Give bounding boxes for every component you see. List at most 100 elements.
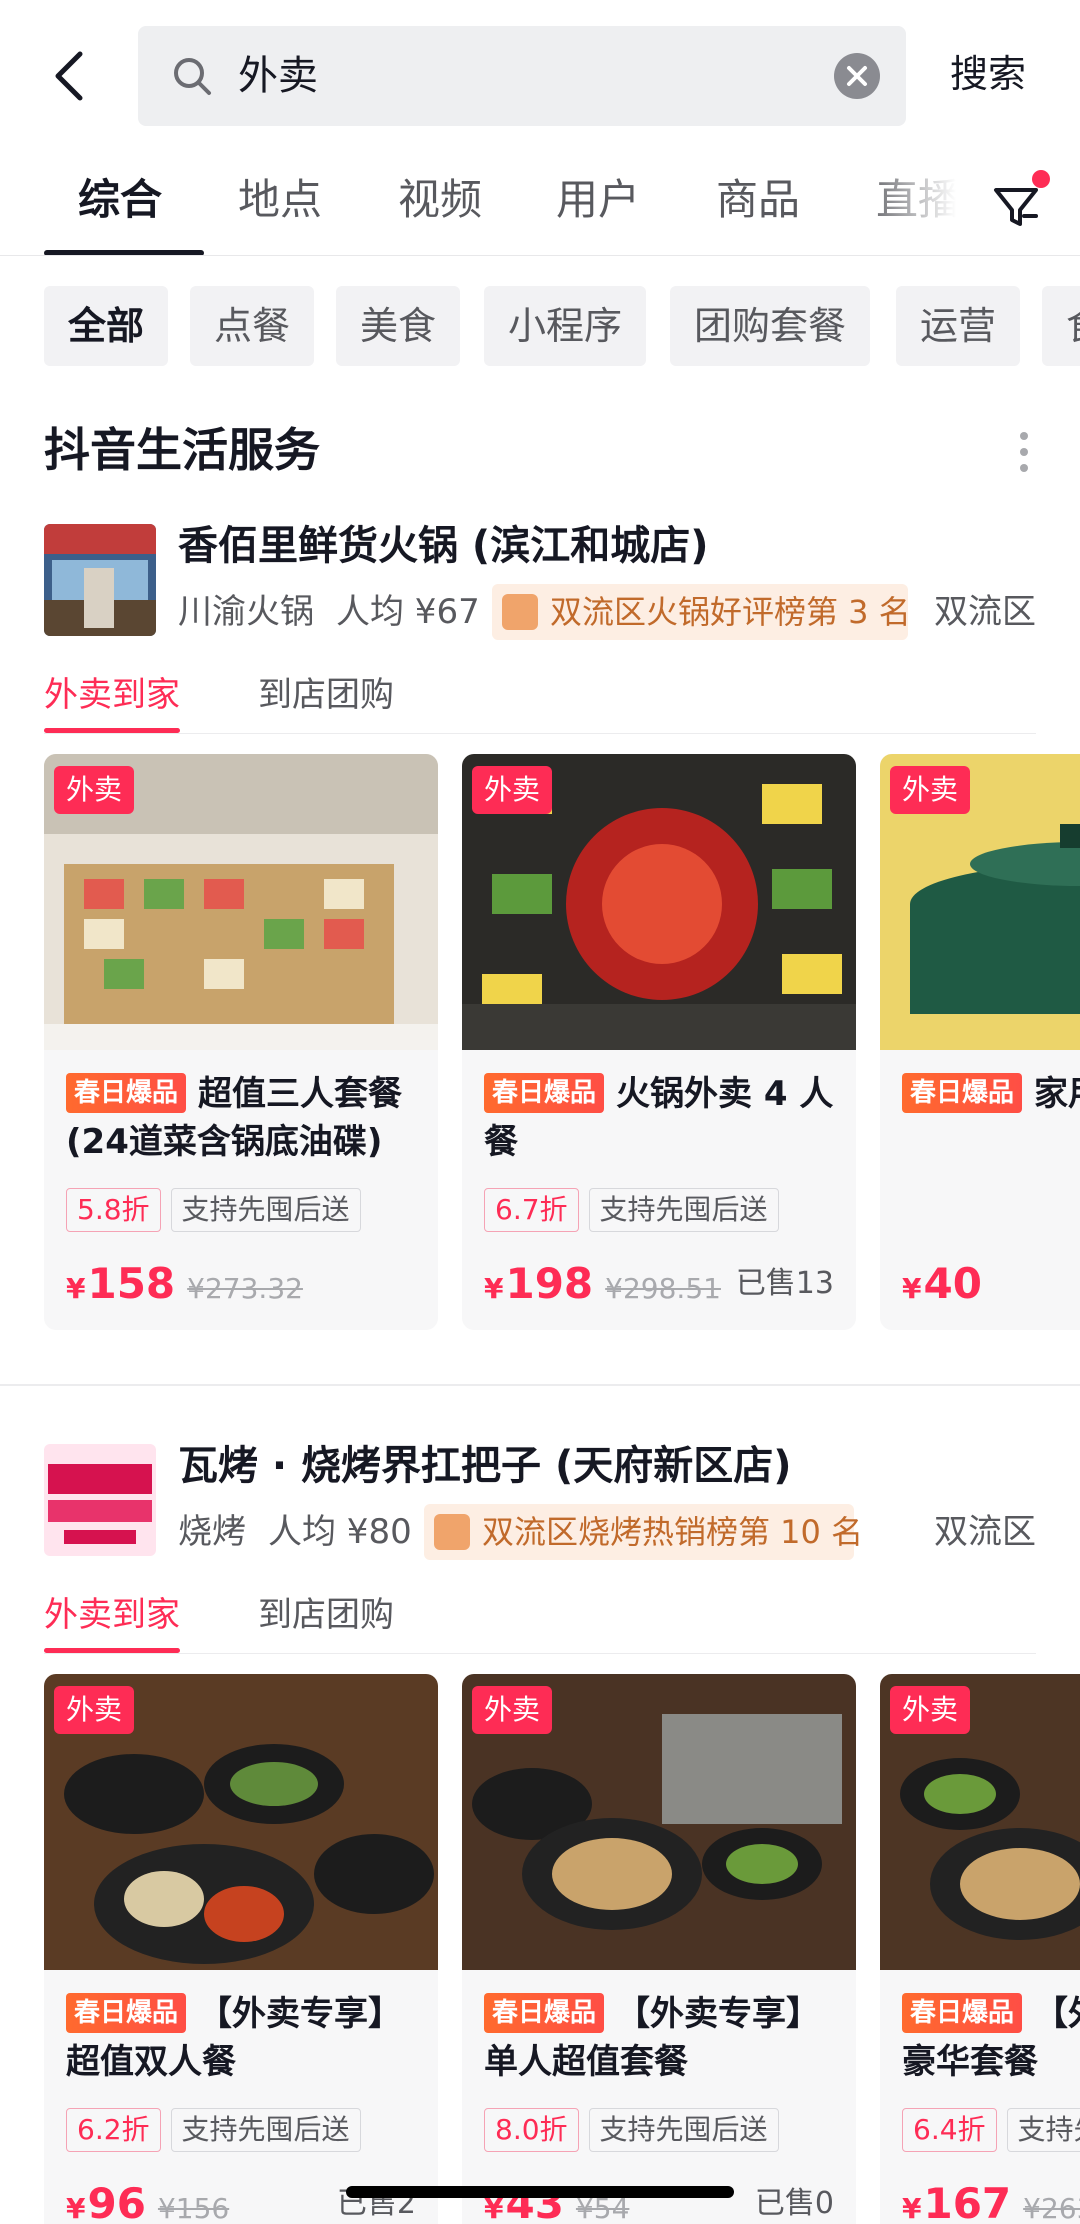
price-row: ¥96 ¥156	[66, 2176, 229, 2224]
promo-badge: 春日爆品	[66, 1073, 187, 1113]
price-value: 158	[87, 1259, 176, 1308]
tab-users[interactable]: 用户	[556, 170, 640, 230]
store-name[interactable]: 瓦烤 · 烧烤界扛把子 (天府新区店)	[178, 1436, 792, 1496]
chip-mini-program[interactable]: 小程序	[484, 286, 647, 366]
search-query[interactable]: 外卖	[238, 48, 318, 104]
store-category: 烧烤	[178, 1512, 246, 1552]
chip-group-deal[interactable]: 团购套餐	[670, 286, 871, 366]
original-price: ¥298.51	[605, 1272, 721, 1305]
rank-text: 双流区火锅好评榜第 3 名	[550, 593, 911, 631]
chip-food[interactable]: 美食	[336, 286, 461, 366]
currency-symbol: ¥	[484, 1272, 504, 1305]
product-tags: 6.2折 支持先囤后送	[66, 2108, 361, 2152]
product-tags: 6.7折 支持先囤后送	[484, 1188, 779, 1232]
subtab-group-buy[interactable]: 到店团购	[258, 1590, 394, 1640]
more-options-button[interactable]	[1012, 428, 1036, 476]
product-carousel[interactable]: 外卖 春日爆品 超值三人套餐(24道菜含锅底油碟) 5.8折 支持先囤后送 ¥158…	[44, 754, 1080, 1330]
chip-order[interactable]: 点餐	[190, 286, 315, 366]
chip-operation[interactable]: 运营	[896, 286, 1021, 366]
tab-products[interactable]: 商品	[716, 170, 800, 230]
price: ¥43	[484, 2176, 564, 2224]
store-thumbnail[interactable]	[44, 1444, 156, 1556]
clear-icon	[847, 66, 867, 86]
product-tags: 5.8折 支持先囤后送	[66, 1188, 361, 1232]
promo-badge: 春日爆品	[66, 1993, 187, 2033]
store-category: 川渝火锅	[178, 592, 314, 632]
section-title: 抖音生活服务	[44, 423, 320, 477]
discount-tag: 5.8折	[66, 1188, 161, 1232]
service-tag: 支持先囤后送	[170, 2108, 361, 2152]
product-card[interactable]: 外卖 春日爆品 火锅外卖 4 人餐 6.7折 支持先囤后送 ¥198 ¥298.51 …	[462, 754, 856, 1330]
store-name[interactable]: 香佰里鲜货火锅 (滨江和城店)	[178, 516, 709, 576]
product-card[interactable]: 外卖 春日爆品 【外卖专享】单人超值套餐 8.0折 支持先囤后送 ¥43 ¥54 已售…	[462, 1674, 856, 2224]
promo-badge: 春日爆品	[902, 1073, 1023, 1113]
subtab-group-buy[interactable]: 到店团购	[258, 670, 394, 720]
store-district: 双流区	[934, 592, 1036, 632]
currency-symbol: ¥	[902, 2192, 922, 2224]
product-title: 春日爆品 超值三人套餐(24道菜含锅底油碟)	[66, 1070, 422, 1166]
douyin-logo-icon	[434, 1514, 470, 1550]
product-image: 外卖	[462, 1674, 856, 1970]
rank-badge[interactable]: 双流区烧烤热销榜第 10 名	[424, 1504, 863, 1560]
promo-badge: 春日爆品	[902, 1993, 1023, 2033]
search-submit-button[interactable]: 搜索	[950, 46, 1026, 102]
category-chips: 全部 点餐 美食 小程序 团购套餐 运营 食	[0, 286, 1080, 366]
wakao-logo	[44, 1444, 156, 1556]
original-price: ¥156	[157, 2192, 230, 2224]
home-indicator[interactable]	[346, 2186, 734, 2198]
price-row: ¥43 ¥54	[484, 2176, 629, 2224]
store-district: 双流区	[934, 1512, 1036, 1552]
search-input[interactable]: 外卖	[138, 26, 906, 126]
store-subtabs: 外卖到家 到店团购	[44, 1584, 1036, 1654]
takeout-tag: 外卖	[890, 1686, 971, 1734]
tab-videos[interactable]: 视频	[398, 170, 482, 230]
product-title: 春日爆品【外卖专享】豪华套餐	[902, 1990, 1080, 2086]
price-row: ¥158 ¥273.32	[66, 1256, 303, 1312]
tab-comprehensive[interactable]: 综合	[78, 170, 162, 230]
search-header: 外卖 搜索	[0, 0, 1080, 150]
subtab-delivery[interactable]: 外卖到家	[44, 1590, 180, 1640]
product-card[interactable]: 外卖 春日爆品 超值三人套餐(24道菜含锅底油碟) 5.8折 支持先囤后送 ¥158…	[44, 754, 438, 1330]
clear-search-button[interactable]	[834, 53, 880, 99]
more-vertical-icon	[1020, 432, 1028, 472]
product-carousel[interactable]: 外卖 春日爆品 【外卖专享】超值双人餐 6.2折 支持先囤后送 ¥96 ¥156 已售…	[44, 1674, 1080, 2224]
product-title: 春日爆品 火锅外卖 4 人餐	[484, 1070, 840, 1166]
rank-badge[interactable]: 双流区火锅好评榜第 3 名	[492, 584, 911, 640]
subtab-delivery[interactable]: 外卖到家	[44, 670, 180, 720]
section-divider	[0, 1384, 1080, 1386]
product-title: 春日爆品 【外卖专享】超值双人餐	[66, 1990, 422, 2086]
tab-fade	[860, 150, 980, 254]
rank-text: 双流区烧烤热销榜第 10 名	[482, 1513, 864, 1551]
price: ¥40	[902, 1256, 982, 1317]
product-title: 春日爆品 【外卖专享】单人超值套餐	[484, 1990, 840, 2086]
product-card[interactable]: 外卖 春日爆品 【外卖专享】超值双人餐 6.2折 支持先囤后送 ¥96 ¥156 已售…	[44, 1674, 438, 2224]
tab-places[interactable]: 地点	[238, 170, 322, 230]
promo-badge: 春日爆品	[484, 1993, 605, 2033]
price: ¥198	[484, 1256, 593, 1317]
search-icon	[174, 58, 211, 95]
product-tags: 6.4折支持先囤后送	[902, 2108, 1080, 2152]
douyin-logo-icon	[502, 594, 538, 630]
sold-count: 已售2	[336, 2186, 416, 2221]
takeout-tag: 外卖	[472, 766, 553, 814]
result-tabs: 综合 地点 视频 用户 商品 直播	[0, 150, 1080, 256]
currency-symbol: ¥	[902, 1272, 922, 1305]
store-subtabs: 外卖到家 到店团购	[44, 664, 1036, 734]
back-button[interactable]	[44, 44, 96, 108]
product-image: 外卖	[880, 1674, 1080, 1970]
promo-badge: 春日爆品	[484, 1073, 605, 1113]
product-card[interactable]: 外卖 春日爆品家用 ¥40	[880, 754, 1080, 1330]
product-tags: 8.0折 支持先囤后送	[484, 2108, 779, 2152]
takeout-tag: 外卖	[472, 1686, 553, 1734]
price: ¥167	[902, 2176, 1011, 2224]
chip-all[interactable]: 全部	[44, 286, 169, 366]
store-thumbnail[interactable]	[44, 524, 156, 636]
chip-food-more[interactable]: 食	[1042, 286, 1080, 366]
product-card[interactable]: 外卖 春日爆品【外卖专享】豪华套餐 6.4折支持先囤后送 ¥167 ¥263	[880, 1674, 1080, 2224]
product-image: 外卖	[462, 754, 856, 1050]
original-price: ¥273.32	[187, 1272, 303, 1305]
sold-count: 已售0	[754, 2186, 834, 2221]
price-value: 40	[923, 1259, 982, 1308]
currency-symbol: ¥	[66, 2192, 86, 2224]
subtab-indicator	[44, 728, 180, 733]
